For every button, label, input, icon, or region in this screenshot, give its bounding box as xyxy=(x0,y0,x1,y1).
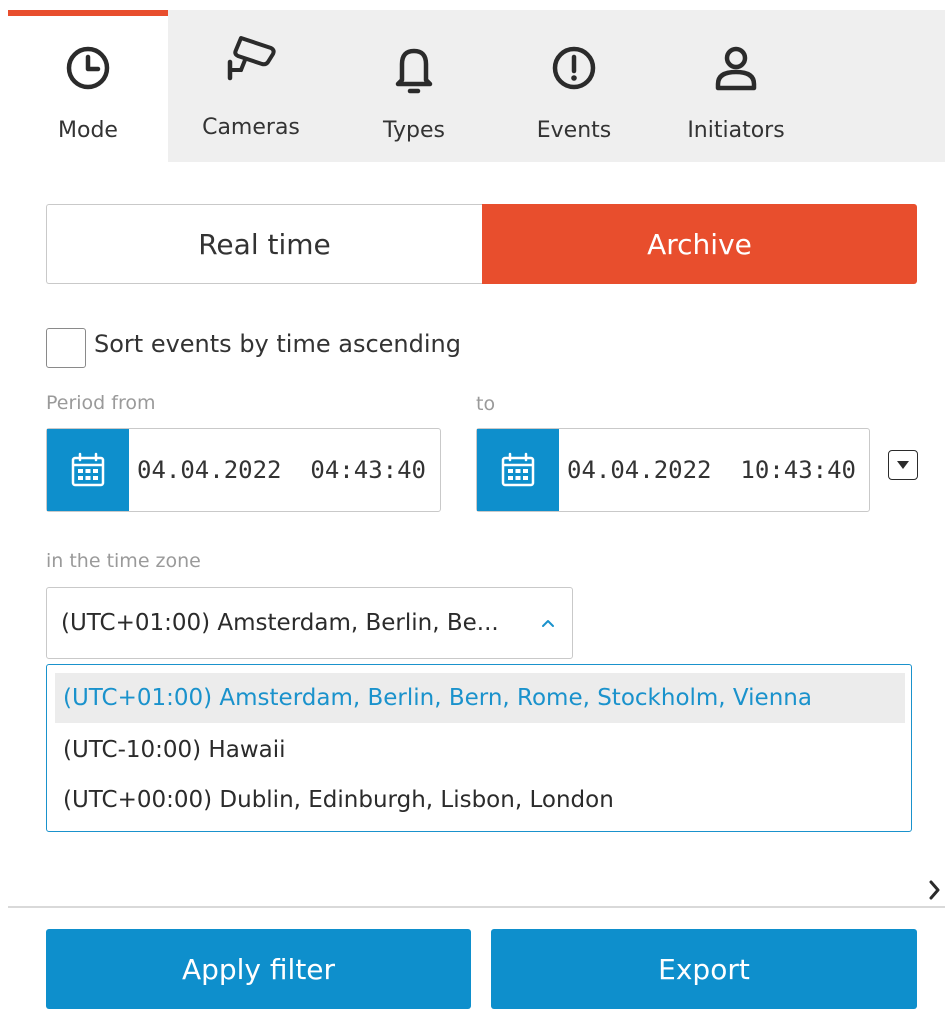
tab-types-label: Types xyxy=(383,118,445,143)
tab-mode-label: Mode xyxy=(58,118,118,143)
tab-types[interactable]: Types xyxy=(334,10,494,162)
bell-icon xyxy=(395,48,433,94)
timezone-option[interactable]: (UTC+01:00) Amsterdam, Berlin, Bern, Rom… xyxy=(55,673,905,723)
period-to-field[interactable]: 04.04.2022 10:43:40 xyxy=(476,428,870,512)
timezone-select[interactable]: (UTC+01:00) Amsterdam, Berlin, Be... xyxy=(46,587,573,659)
tab-cameras-label: Cameras xyxy=(202,115,300,140)
sort-ascending-checkbox[interactable] xyxy=(46,328,86,368)
calendar-icon xyxy=(501,452,535,487)
calendar-from-button[interactable] xyxy=(47,429,129,511)
timezone-selected-value: (UTC+01:00) Amsterdam, Berlin, Be... xyxy=(61,610,499,636)
timezone-label: in the time zone xyxy=(46,550,201,572)
period-from-value: 04.04.2022 04:43:40 xyxy=(137,456,426,484)
calendar-to-button[interactable] xyxy=(477,429,559,511)
timezone-option[interactable]: (UTC-10:00) Hawaii xyxy=(55,725,905,775)
tab-cameras[interactable]: Cameras xyxy=(168,10,334,162)
triangle-down-icon xyxy=(897,461,909,469)
tab-initiators-label: Initiators xyxy=(687,118,785,143)
apply-filter-button[interactable]: Apply filter xyxy=(46,929,471,1009)
realtime-toggle[interactable]: Real time xyxy=(46,204,482,284)
archive-toggle[interactable]: Archive xyxy=(482,204,917,284)
clock-icon xyxy=(66,46,110,90)
period-preset-dropdown[interactable] xyxy=(888,450,918,480)
tab-mode[interactable]: Mode xyxy=(8,10,168,162)
period-to-label: to xyxy=(476,393,496,415)
chevron-up-icon xyxy=(542,620,554,627)
period-to-value: 04.04.2022 10:43:40 xyxy=(567,456,856,484)
period-from-field[interactable]: 04.04.2022 04:43:40 xyxy=(46,428,441,512)
chevron-right-icon[interactable] xyxy=(926,876,944,904)
tab-initiators[interactable]: Initiators xyxy=(654,10,818,162)
camera-icon xyxy=(227,36,276,81)
tab-events[interactable]: Events xyxy=(494,10,654,162)
tab-events-label: Events xyxy=(536,118,612,143)
calendar-icon xyxy=(71,452,105,487)
tab-bar: Mode Cameras Types Events Initiators xyxy=(8,10,945,162)
timezone-options-list: (UTC+01:00) Amsterdam, Berlin, Bern, Rom… xyxy=(46,664,912,832)
alert-circle-icon xyxy=(552,46,596,90)
divider xyxy=(8,906,945,908)
period-from-label: Period from xyxy=(46,392,156,414)
user-icon xyxy=(715,46,757,91)
sort-ascending-label: Sort events by time ascending xyxy=(94,330,461,358)
export-button[interactable]: Export xyxy=(491,929,917,1009)
timezone-option[interactable]: (UTC+00:00) Dublin, Edinburgh, Lisbon, L… xyxy=(55,775,905,825)
